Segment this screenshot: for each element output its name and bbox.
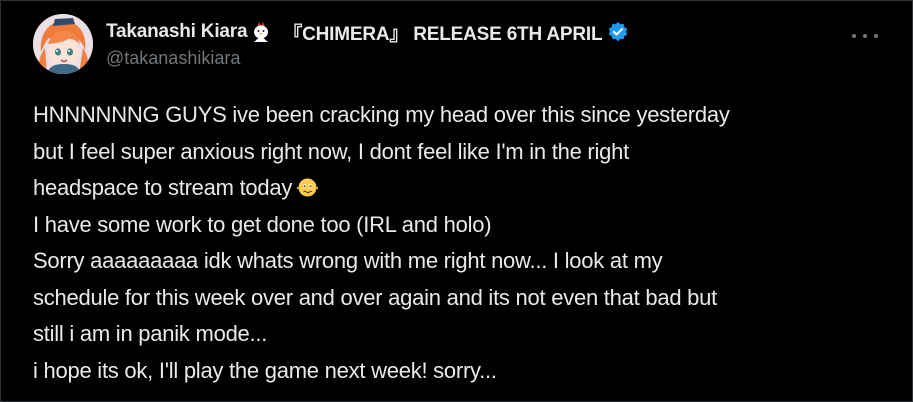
tweet-line: Sorry aaaaaaaaa idk whats wrong with me … <box>33 248 663 273</box>
shaking-face-emoji-icon <box>296 174 319 197</box>
tweet-line-with-emoji: headspace to stream today <box>33 170 893 207</box>
display-name[interactable]: Takanashi Kiara <box>106 21 248 43</box>
tweet-line: I have some work to get done too (IRL an… <box>33 211 492 237</box>
tweet-text: HNNNNNNG GUYS ive been cracking my head … <box>33 97 893 389</box>
verified-badge-icon[interactable] <box>607 21 629 43</box>
more-dot <box>874 34 878 38</box>
tweet-line: still i am in panik mode... <box>33 321 268 346</box>
tweet-header: Takanashi Kiara 『CHIMERA』 RELEASE 6TH AP… <box>33 14 888 76</box>
tweet-line: schedule for this week over and over aga… <box>33 284 718 310</box>
user-handle[interactable]: @takanashikiara <box>106 48 629 69</box>
chicken-emoji-icon <box>251 21 271 43</box>
display-name-row[interactable]: Takanashi Kiara 『CHIMERA』 RELEASE 6TH AP… <box>106 19 629 46</box>
tweet-line: HNNNNNNG GUYS ive been cracking my head … <box>33 102 730 127</box>
tweet-line: i hope its ok, I'll play the game next w… <box>33 357 497 383</box>
more-dot <box>863 34 867 38</box>
display-name-release[interactable]: 『CHIMERA』 RELEASE 6TH APRIL <box>283 19 602 46</box>
tweet-line: but I feel super anxious right now, I do… <box>33 138 629 164</box>
tweet-card: Takanashi Kiara 『CHIMERA』 RELEASE 6TH AP… <box>0 0 913 402</box>
more-options-icon[interactable] <box>852 30 878 42</box>
tweet-line-text: headspace to stream today <box>33 175 293 200</box>
author-names: Takanashi Kiara 『CHIMERA』 RELEASE 6TH AP… <box>106 20 629 69</box>
avatar[interactable] <box>33 14 93 74</box>
more-dot <box>852 34 856 38</box>
